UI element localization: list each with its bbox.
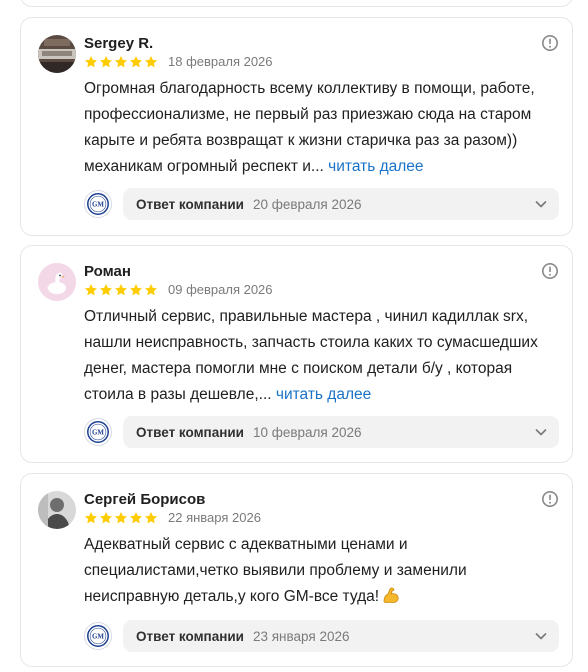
rating-stars <box>84 511 158 525</box>
review-text: Адекватный сервис с адекватными ценами и… <box>84 532 494 610</box>
reply-date: 10 февраля 2026 <box>252 424 362 440</box>
avatar[interactable] <box>38 491 76 529</box>
reply-date: 20 февраля 2026 <box>252 196 362 212</box>
star-icon <box>114 283 128 297</box>
author-name[interactable]: Sergey R. <box>84 35 153 52</box>
flexed-biceps-icon <box>383 587 399 603</box>
star-icon <box>84 283 98 297</box>
star-icon <box>99 283 113 297</box>
read-more-link[interactable]: читать далее <box>276 386 371 403</box>
rating-stars <box>84 55 158 69</box>
info-icon[interactable] <box>541 490 559 508</box>
reply-date: 23 января 2026 <box>252 628 350 644</box>
star-icon <box>129 511 143 525</box>
review-date: 22 января 2026 <box>168 510 261 525</box>
star-icon <box>99 511 113 525</box>
star-icon <box>129 55 143 69</box>
review-body: Огромная благодарность всему коллективу … <box>84 80 535 175</box>
star-icon <box>84 511 98 525</box>
avatar[interactable] <box>38 35 76 73</box>
review-date: 09 февраля 2026 <box>168 282 273 297</box>
reply-label: Ответ компании <box>136 196 244 212</box>
company-reply-toggle[interactable]: Ответ компании 20 февраля 2026 <box>123 188 559 220</box>
review-card: Сергей Борисов 22 января 2026 Адекватный… <box>20 473 573 667</box>
chevron-down-icon <box>534 629 548 643</box>
star-icon <box>144 283 158 297</box>
company-reply-toggle[interactable]: Ответ компании 23 января 2026 <box>123 620 559 652</box>
star-icon <box>144 55 158 69</box>
author-name[interactable]: Роман <box>84 263 131 280</box>
review-body: Адекватный сервис с адекватными ценами и… <box>84 536 467 605</box>
reply-label: Ответ компании <box>136 424 244 440</box>
info-icon[interactable] <box>541 262 559 280</box>
review-card: Роман 09 февраля 2026 Отличный сервис, п… <box>20 245 573 463</box>
avatar[interactable] <box>38 263 76 301</box>
star-icon <box>99 55 113 69</box>
company-logo <box>84 622 112 650</box>
info-icon[interactable] <box>541 34 559 52</box>
review-card: Sergey R. 18 февраля 2026 Огромная благо… <box>20 17 573 236</box>
reply-label: Ответ компании <box>136 628 244 644</box>
review-card-partial <box>20 0 573 7</box>
star-icon <box>114 55 128 69</box>
chevron-down-icon <box>534 197 548 211</box>
author-name[interactable]: Сергей Борисов <box>84 491 205 508</box>
review-date: 18 февраля 2026 <box>168 54 273 69</box>
star-icon <box>114 511 128 525</box>
review-text: Отличный сервис, правильные мастера , чи… <box>84 304 549 408</box>
review-text: Огромная благодарность всему коллективу … <box>84 76 549 180</box>
star-icon <box>144 511 158 525</box>
gm-logo-icon <box>85 419 111 445</box>
chevron-down-icon <box>534 425 548 439</box>
gm-logo-icon <box>85 623 111 649</box>
star-icon <box>84 55 98 69</box>
company-logo <box>84 418 112 446</box>
rating-stars <box>84 283 158 297</box>
star-icon <box>129 283 143 297</box>
gm-logo-icon <box>85 191 111 217</box>
company-logo <box>84 190 112 218</box>
company-reply-toggle[interactable]: Ответ компании 10 февраля 2026 <box>123 416 559 448</box>
read-more-link[interactable]: читать далее <box>328 158 423 175</box>
